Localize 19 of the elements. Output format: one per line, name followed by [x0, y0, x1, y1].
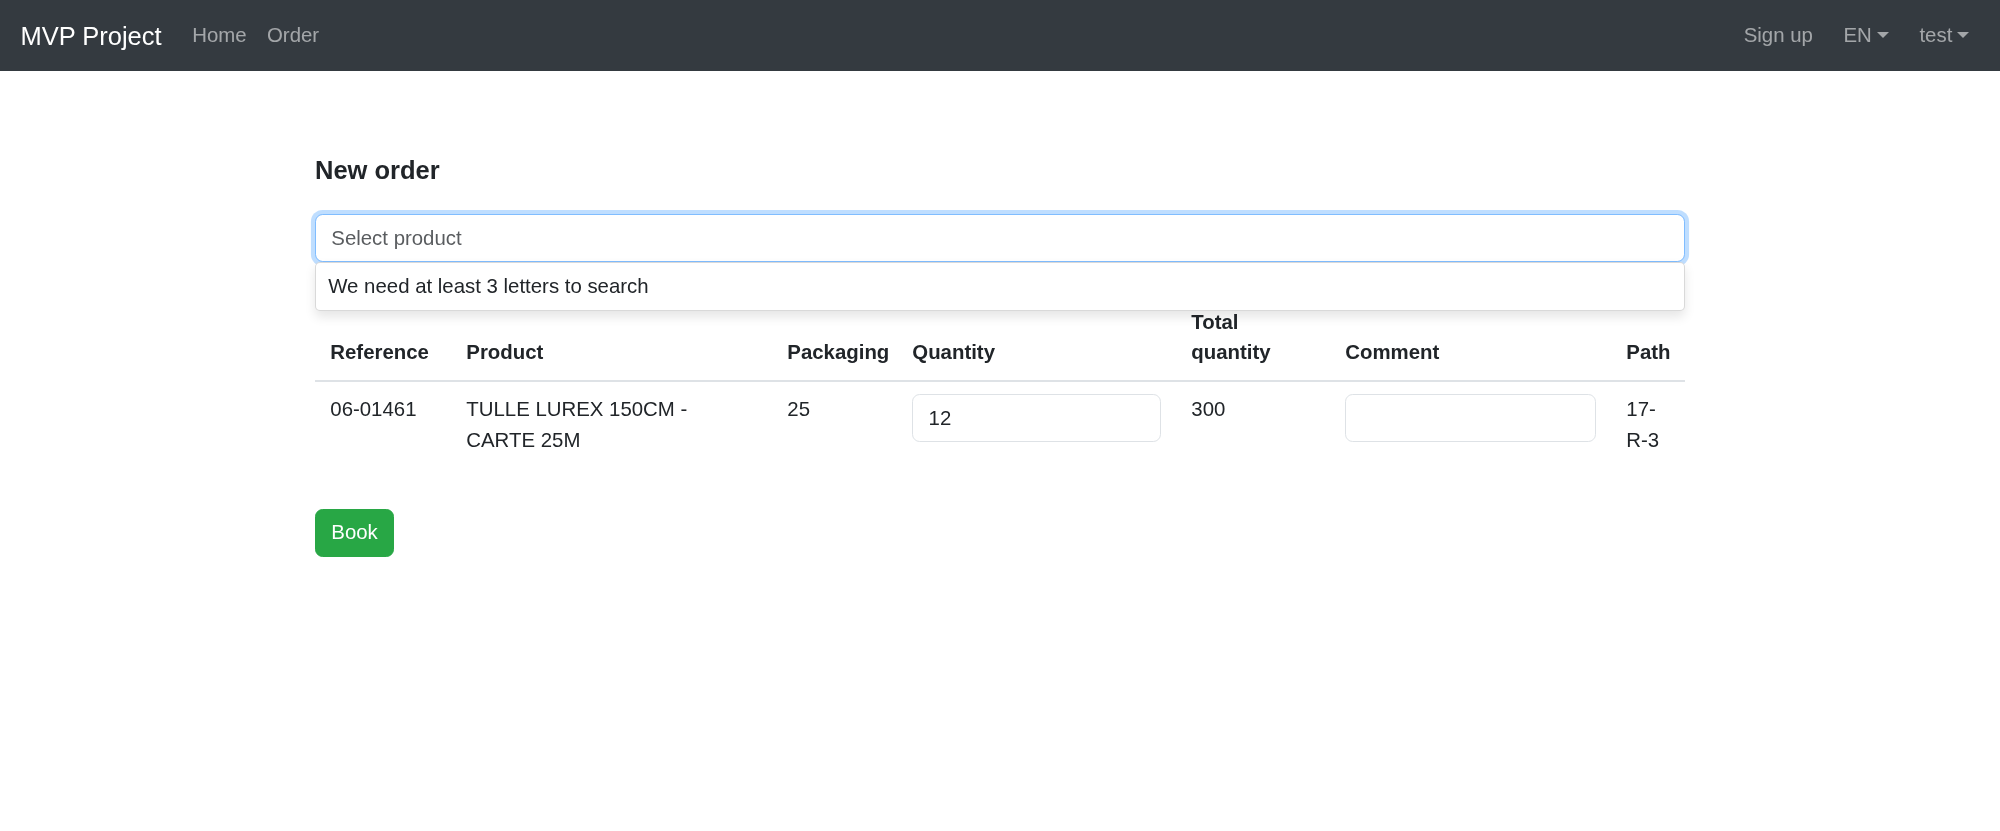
nav-link[interactable]: Order: [256, 10, 330, 62]
nav-link[interactable]: Home: [182, 10, 257, 62]
table-cell: 300: [1176, 381, 1330, 468]
table-cell: 25: [772, 381, 897, 468]
table-cell: 06-01461: [315, 381, 451, 468]
caret-icon: [1957, 32, 1970, 39]
table-cell: TULLE LUREX 150CM - CARTE 25M: [451, 381, 772, 468]
table-input-field[interactable]: 12: [912, 394, 1161, 443]
table-cell: 17-R-3: [1611, 381, 1685, 468]
brand-link[interactable]: MVP Project: [20, 16, 162, 55]
dropdown-link[interactable]: EN: [1833, 10, 1900, 62]
table-input-field[interactable]: [1345, 394, 1596, 443]
search-hint: We need at least 3 letters to search: [315, 261, 1685, 311]
search-field[interactable]: Select product: [315, 214, 1685, 262]
page-title: New order: [315, 155, 441, 187]
caret-icon: [1876, 32, 1889, 39]
dropdown-link[interactable]: test: [1909, 10, 1980, 62]
nav-link[interactable]: Sign up: [1733, 10, 1824, 62]
book-button[interactable]: Book: [315, 508, 395, 557]
